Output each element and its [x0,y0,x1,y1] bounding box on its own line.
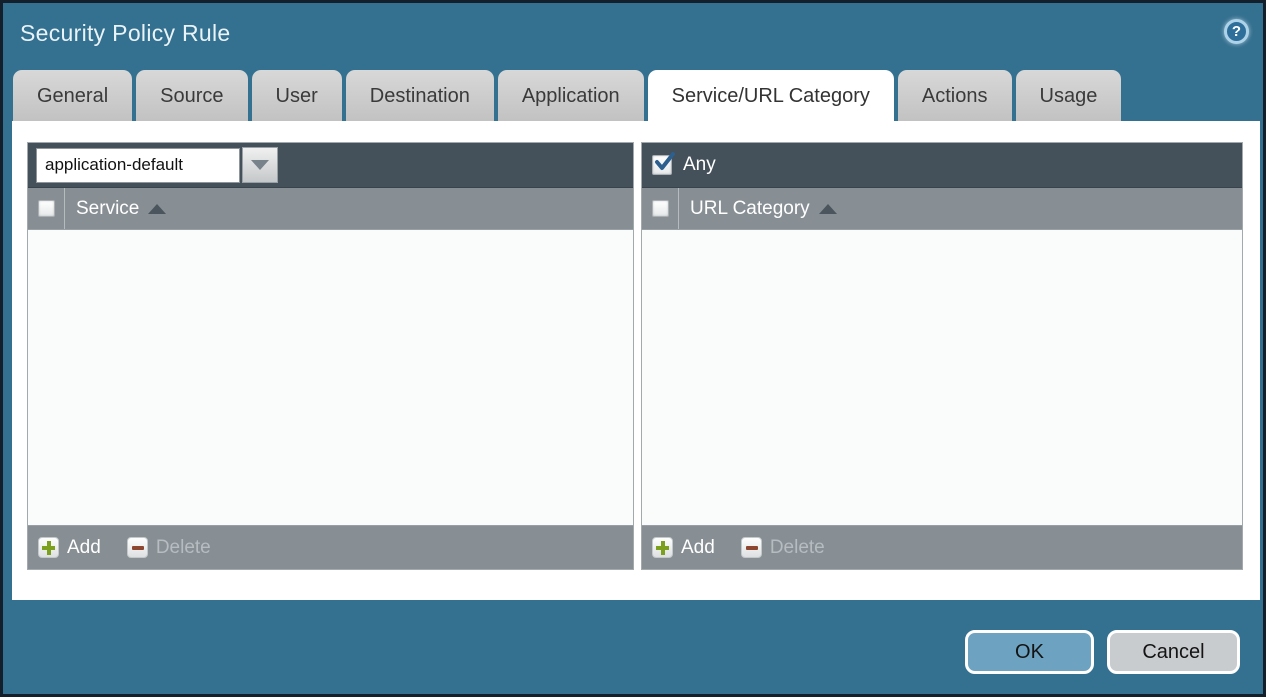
service-panel-footer: Add Delete [28,525,633,569]
url-category-delete-button[interactable]: Delete [741,537,825,559]
tab-bar: General Source User Destination Applicat… [13,70,1121,121]
tab-service-url-category[interactable]: Service/URL Category [648,70,894,121]
service-select-all-cell [28,188,65,229]
url-category-add-button[interactable]: Add [652,537,715,559]
service-type-dropdown-input[interactable] [36,148,240,183]
cancel-button[interactable]: Cancel [1107,630,1240,674]
tab-user[interactable]: User [252,70,342,121]
service-delete-button[interactable]: Delete [127,537,211,559]
service-delete-label: Delete [156,537,211,559]
dialog-title: Security Policy Rule [20,20,231,47]
tab-source[interactable]: Source [136,70,247,121]
url-category-add-label: Add [681,537,715,559]
url-category-table-body[interactable] [642,230,1242,525]
any-row: Any [650,154,716,176]
service-panel: Service Add Delete [27,142,634,570]
url-category-delete-label: Delete [770,537,825,559]
ok-button[interactable]: OK [965,630,1094,674]
help-icon-glyph: ? [1232,23,1241,40]
sort-ascending-icon [819,204,837,214]
tab-destination[interactable]: Destination [346,70,494,121]
url-category-panel: Any URL Category Add [641,142,1243,570]
tab-general[interactable]: General [13,70,132,121]
tab-content-area: Service Add Delete [12,121,1260,600]
service-column-label: Service [76,198,139,220]
checkmark-icon [654,152,676,174]
help-icon[interactable]: ? [1224,19,1249,44]
service-table-header: Service [28,188,633,230]
delete-minus-icon [741,537,762,558]
service-column-header[interactable]: Service [76,188,166,229]
tab-usage[interactable]: Usage [1016,70,1122,121]
chevron-down-icon [251,160,269,170]
security-policy-rule-dialog: Security Policy Rule ? General Source Us… [0,0,1266,697]
add-plus-icon [38,537,59,558]
service-type-dropdown [36,147,278,183]
service-add-label: Add [67,537,101,559]
service-select-all-checkbox[interactable] [38,200,55,217]
service-panel-header [28,143,633,188]
url-category-column-label: URL Category [690,198,810,220]
url-category-select-all-checkbox[interactable] [652,200,669,217]
service-add-button[interactable]: Add [38,537,101,559]
sort-ascending-icon [148,204,166,214]
url-category-panel-header: Any [642,143,1242,188]
tab-actions[interactable]: Actions [898,70,1012,121]
url-category-panel-footer: Add Delete [642,525,1242,569]
delete-minus-icon [127,537,148,558]
any-label: Any [683,154,716,176]
url-category-select-all-cell [642,188,679,229]
any-checkbox-checked[interactable] [652,155,672,175]
service-table-body[interactable] [28,230,633,525]
add-plus-icon [652,537,673,558]
service-type-dropdown-arrow-button[interactable] [242,147,278,183]
tab-application[interactable]: Application [498,70,644,121]
url-category-column-header[interactable]: URL Category [690,188,837,229]
url-category-table-header: URL Category [642,188,1242,230]
